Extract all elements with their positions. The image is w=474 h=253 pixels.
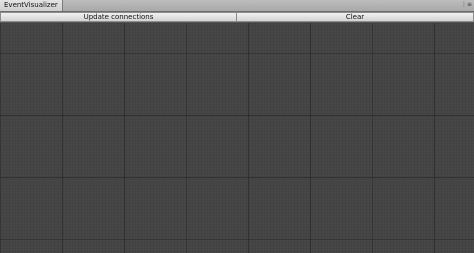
event-visualizer-window: EventVisualizer ⋮≡ Update connections Cl… — [0, 0, 474, 253]
toolbar: Update connections Clear — [0, 12, 474, 23]
clear-button[interactable]: Clear — [236, 12, 474, 22]
tab-options-icon[interactable]: ⋮≡ — [461, 1, 472, 9]
graph-canvas[interactable] — [0, 23, 474, 253]
tab-bar: EventVisualizer ⋮≡ — [0, 0, 474, 12]
update-connections-button[interactable]: Update connections — [0, 12, 237, 22]
tab-event-visualizer[interactable]: EventVisualizer — [0, 0, 63, 11]
